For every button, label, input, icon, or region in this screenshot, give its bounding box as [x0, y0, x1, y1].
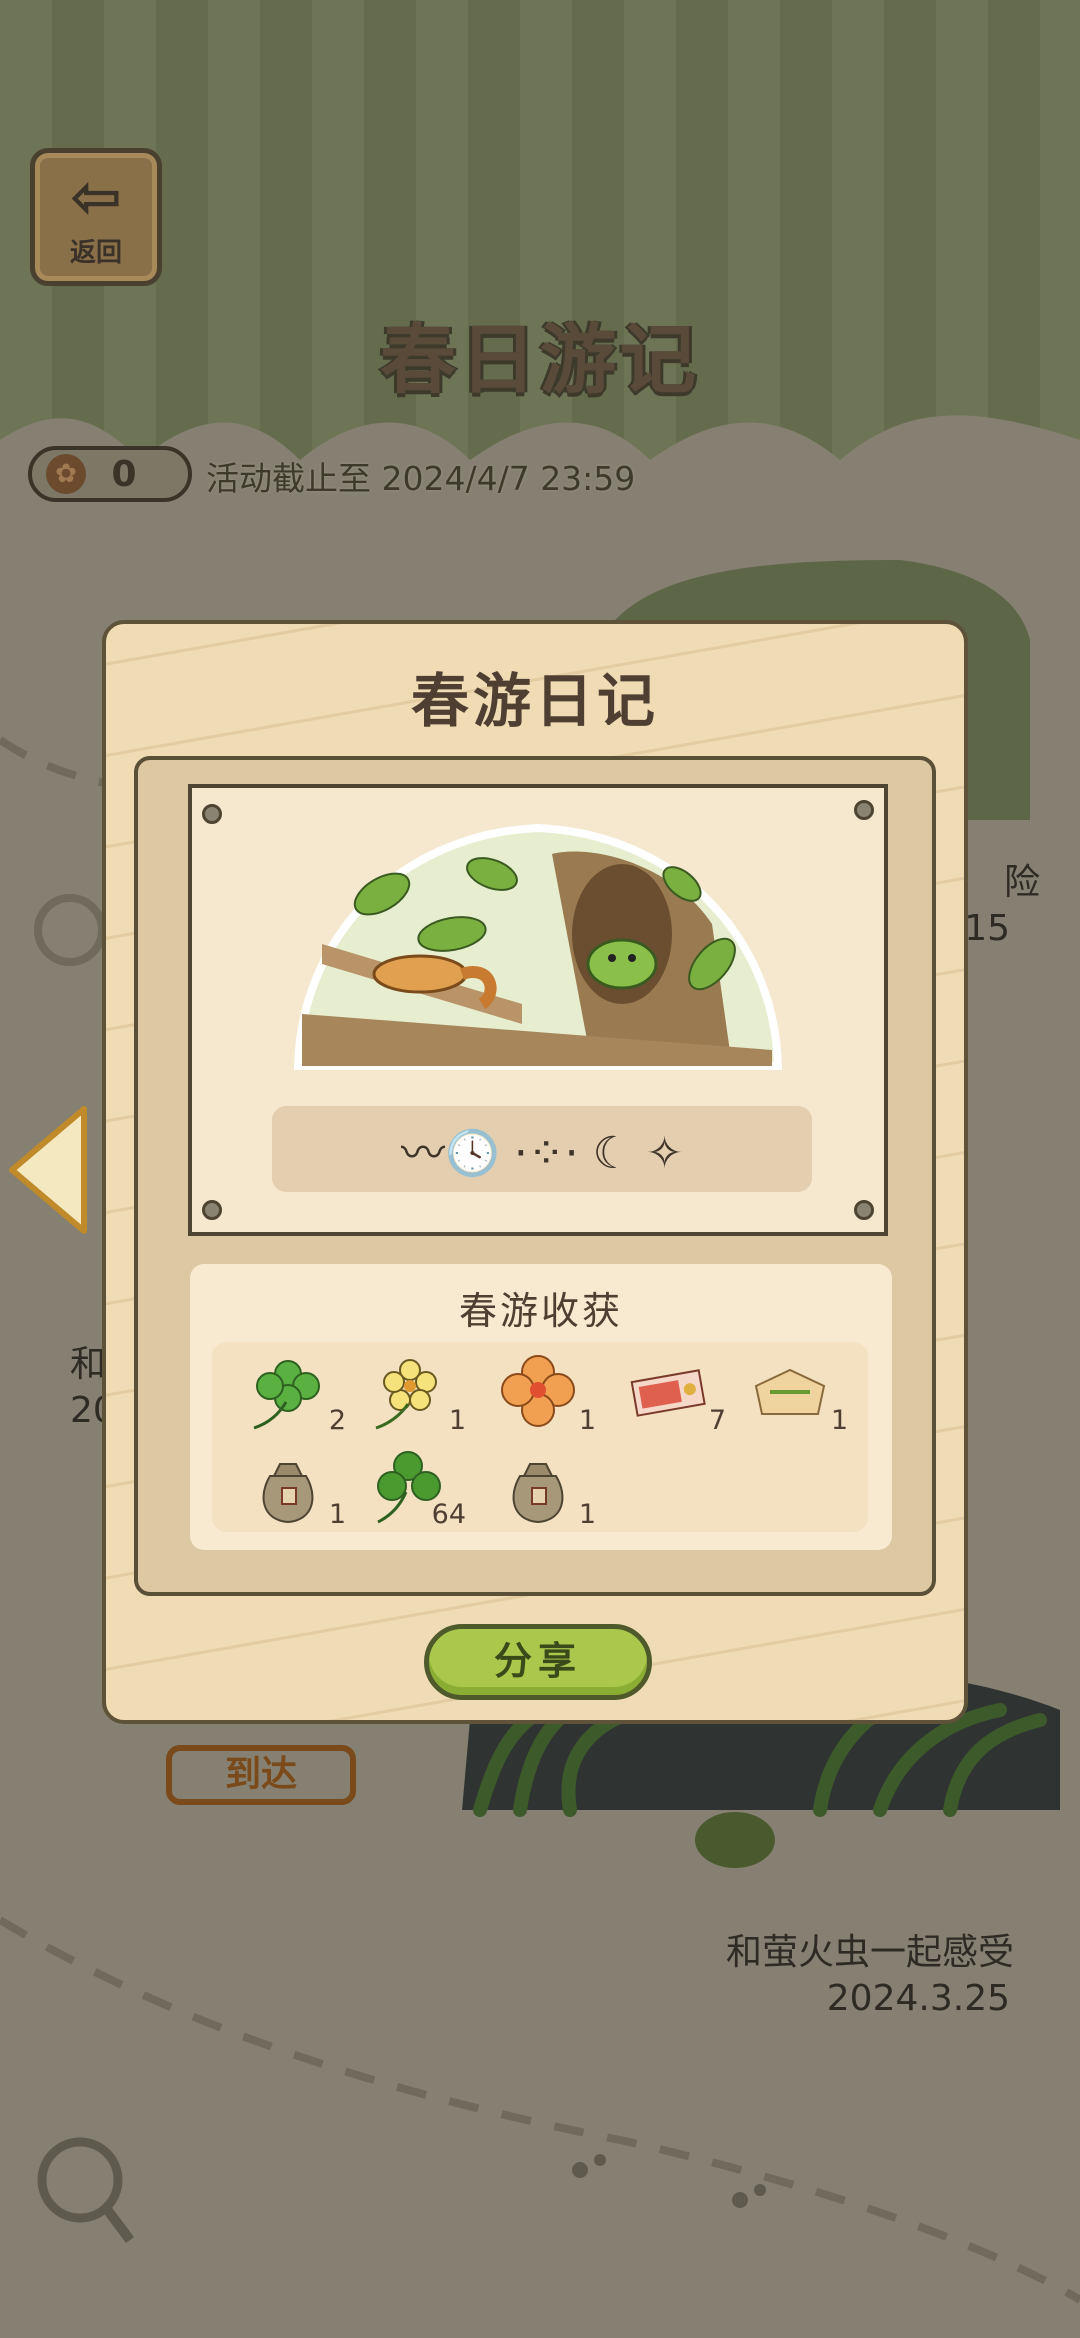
four-leaf-clover-icon: [253, 1360, 320, 1430]
item-count: 1: [328, 1499, 346, 1530]
ticket-icon: [630, 1369, 706, 1417]
item-count: 1: [448, 1405, 466, 1436]
modal-title: 春游日记: [410, 667, 659, 735]
bg-event-text-left-1: 和: [70, 1344, 107, 1385]
diary-paper: 〰🕓 ·⁘· ☾ ✧: [188, 784, 888, 1236]
harvest-item[interactable]: 7: [620, 1352, 726, 1436]
event-deadline: 活动截止至 2024/4/7 23:59: [206, 459, 636, 498]
item-count: 1: [830, 1405, 848, 1436]
harvest-item[interactable]: 1: [240, 1446, 346, 1530]
pin-icon: [854, 800, 874, 820]
spring-diary-modal: 春游日记 〰🕓 ·⁘· ☾ ✧ 春游收获 2 1 1 7 1 1 64 1 分享: [102, 620, 968, 1724]
back-button-label: 返回: [69, 237, 122, 268]
share-button[interactable]: 分享: [424, 1624, 652, 1700]
harvest-item[interactable]: 64: [360, 1446, 466, 1530]
bg-event-title[interactable]: 和萤火虫一起感受: [680, 1930, 1014, 1976]
seed-bag-icon: [262, 1463, 314, 1524]
bread-icon: [754, 1368, 826, 1415]
seed-bag-icon: [512, 1463, 564, 1524]
item-count: 1: [578, 1499, 596, 1530]
clover-count: 0: [111, 453, 137, 495]
pin-icon: [202, 1200, 222, 1220]
item-count: 1: [578, 1405, 596, 1436]
diary-panel: 〰🕓 ·⁘· ☾ ✧ 春游收获 2 1 1 7 1 1 64 1: [134, 756, 936, 1596]
clover-coin-icon: ✿: [46, 454, 86, 494]
diary-icon-strip: 〰🕓 ·⁘· ☾ ✧: [272, 1106, 812, 1192]
back-button[interactable]: ⇦ 返回: [30, 148, 162, 286]
item-count: 64: [431, 1499, 466, 1530]
orange-flower-icon: [501, 1355, 575, 1427]
clover-counter: ✿ 0: [28, 446, 192, 502]
previous-page-arrow[interactable]: [4, 1105, 88, 1235]
harvest-item[interactable]: 2: [240, 1352, 346, 1436]
harvest-item[interactable]: 1: [360, 1352, 466, 1436]
harvest-item-grid: 2 1 1 7 1 1 64 1: [212, 1342, 868, 1532]
harvest-item[interactable]: 1: [490, 1352, 596, 1436]
bg-event-date: 2024.3.25: [826, 1978, 1010, 2019]
pin-icon: [854, 1200, 874, 1220]
item-count: 7: [708, 1405, 726, 1436]
harvest-title: 春游收获: [458, 1289, 623, 1333]
item-count: 2: [328, 1405, 346, 1436]
harvest-item[interactable]: 1: [742, 1352, 848, 1436]
diary-scene-image: [293, 823, 783, 1070]
yellow-flower-icon: [375, 1359, 437, 1430]
pin-icon: [202, 804, 222, 824]
page-title: 春日游记: [380, 315, 700, 404]
harvest-item[interactable]: 1: [490, 1446, 596, 1530]
arrived-stamp: 到达: [166, 1745, 356, 1805]
harvest-section: 春游收获 2 1 1 7 1 1 64 1: [190, 1264, 892, 1550]
back-arrow-icon: ⇦: [70, 159, 122, 233]
